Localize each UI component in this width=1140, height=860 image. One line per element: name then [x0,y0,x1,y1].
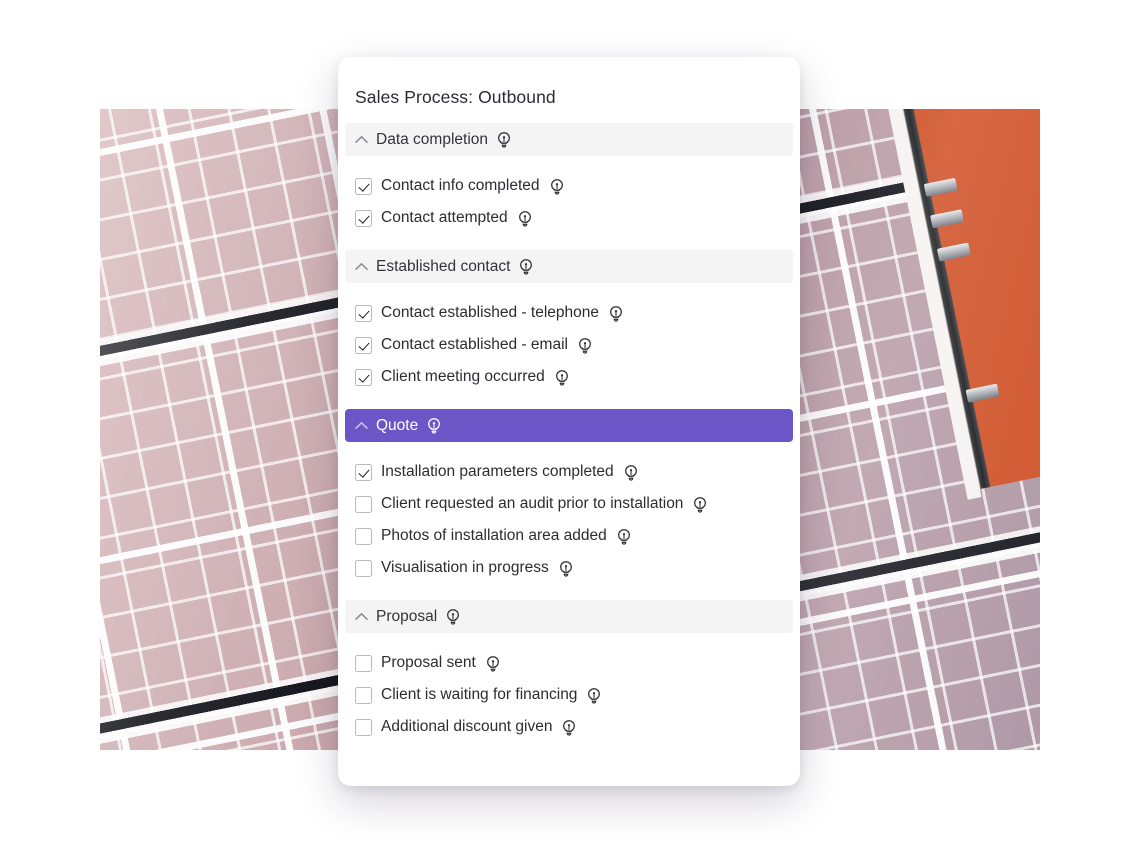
lightbulb-icon[interactable] [577,337,593,354]
checklist-item[interactable]: Installation parameters completed [338,456,800,488]
checklist-item[interactable]: Additional discount given [338,711,800,743]
chevron-up-icon[interactable] [355,135,368,144]
checklist-item-label: Client meeting occurred [381,368,545,385]
section-items: Contact established - telephone Contact e… [338,283,800,409]
checklist-sections: Data completion Contact info completed Con… [338,123,800,759]
lightbulb-icon[interactable] [586,687,602,704]
section-label: Quote [376,416,419,434]
chevron-up-icon[interactable] [355,612,368,621]
checklist-item-label: Installation parameters completed [381,463,614,480]
lightbulb-icon[interactable] [623,464,639,481]
checklist-item[interactable]: Proposal sent [338,647,800,679]
section-label: Proposal [376,607,438,625]
checklist-item-label: Additional discount given [381,718,553,735]
lightbulb-icon[interactable] [426,417,442,434]
checklist-item[interactable]: Contact established - telephone [338,297,800,329]
section-header-data-completion[interactable]: Data completion [345,123,793,156]
lightbulb-icon[interactable] [608,305,624,322]
lightbulb-icon[interactable] [496,131,512,148]
section-label: Established contact [376,257,511,275]
dialog-title: Sales Process: Outbound [355,87,556,107]
sales-process-dialog: Sales Process: Outbound Data completion C… [338,57,800,786]
lightbulb-icon[interactable] [518,258,534,275]
checklist-item-label: Contact established - telephone [381,304,600,321]
checklist-item-label: Contact info completed [381,177,540,194]
section-header-established-contact[interactable]: Established contact [345,250,793,283]
checkbox-checked[interactable] [355,463,372,481]
checkbox-unchecked[interactable] [355,654,372,672]
chevron-up-icon[interactable] [355,262,368,271]
checklist-item-label: Client is waiting for financing [381,686,578,703]
checklist-item[interactable]: Contact info completed [338,170,800,202]
lightbulb-icon[interactable] [616,528,632,545]
lightbulb-icon[interactable] [549,178,565,195]
lightbulb-icon[interactable] [692,496,708,513]
lightbulb-icon[interactable] [445,608,461,625]
section-header-proposal[interactable]: Proposal [345,600,793,633]
checkbox-unchecked[interactable] [355,495,372,513]
checkbox-unchecked[interactable] [355,718,372,736]
checklist-item-label: Photos of installation area added [381,527,607,544]
checklist-item[interactable]: Contact established - email [338,329,800,361]
section-label: Data completion [376,130,489,148]
checklist-section: Quote Installation parameters completed Cl… [338,409,800,600]
checklist-item[interactable]: Contact attempted [338,202,800,234]
lightbulb-icon[interactable] [554,369,570,386]
checklist-item[interactable]: Client meeting occurred [338,361,800,393]
checkbox-unchecked[interactable] [355,559,372,577]
checkbox-checked[interactable] [355,368,372,386]
section-items: Proposal sent Client is waiting for finan… [338,633,800,759]
checkbox-checked[interactable] [355,304,372,322]
checklist-item-label: Proposal sent [381,654,476,671]
checklist-section: Established contact Contact established -… [338,250,800,409]
checklist-item-label: Visualisation in progress [381,559,549,576]
checklist-section: Data completion Contact info completed Con… [338,123,800,250]
checklist-item[interactable]: Client requested an audit prior to insta… [338,488,800,520]
checklist-item[interactable]: Client is waiting for financing [338,679,800,711]
checklist-section: Proposal Proposal sent Client is waiting f… [338,600,800,759]
checkbox-unchecked[interactable] [355,686,372,704]
checklist-item-label: Client requested an audit prior to insta… [381,495,684,512]
section-items: Contact info completed Contact attempted [338,156,800,250]
section-items: Installation parameters completed Client … [338,442,800,600]
checkbox-checked[interactable] [355,209,372,227]
checklist-item[interactable]: Photos of installation area added [338,520,800,552]
checkbox-unchecked[interactable] [355,527,372,545]
lightbulb-icon[interactable] [485,655,501,672]
lightbulb-icon[interactable] [558,560,574,577]
checklist-item[interactable]: Visualisation in progress [338,552,800,584]
checkbox-checked[interactable] [355,336,372,354]
chevron-up-icon[interactable] [355,421,368,430]
checkbox-checked[interactable] [355,177,372,195]
lightbulb-icon[interactable] [561,719,577,736]
checklist-item-label: Contact established - email [381,336,568,353]
section-header-quote[interactable]: Quote [345,409,793,442]
lightbulb-icon[interactable] [517,210,533,227]
screenshot-root: Sales Process: Outbound Data completion C… [0,0,1140,860]
checklist-item-label: Contact attempted [381,209,508,226]
